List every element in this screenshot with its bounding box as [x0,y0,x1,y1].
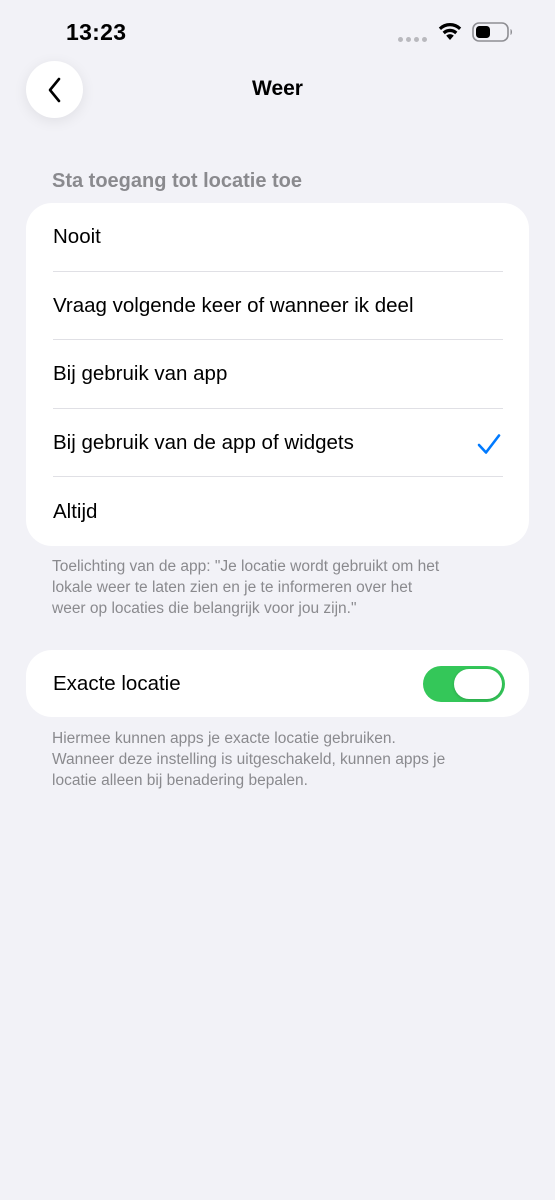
exact-location-row: Exacte locatie [26,650,529,717]
footer-line: lokale weer te laten zien en je te infor… [52,579,413,596]
section-header-location-access: Sta toegang tot locatie toe [52,170,303,192]
wifi-icon [438,22,462,40]
footer-line: Toelichting van de app: "Je locatie word… [52,558,440,575]
option-label: Vraag volgende keer of wanneer ik deel [53,293,414,317]
exact-location-label: Exacte locatie [53,671,181,695]
screen: 13:23 Weer Sta toegang tot locatie toe N… [0,0,555,1200]
page-title: Weer [252,77,303,100]
option-while-using-app[interactable]: Bij gebruik van app [26,340,529,409]
option-never[interactable]: Nooit [26,203,529,272]
checkmark-icon [477,433,501,454]
option-label: Bij gebruik van app [53,362,228,386]
location-access-footer: Toelichting van de app: "Je locatie word… [52,556,512,619]
footer-line: Hiermee kunnen apps je exacte locatie ge… [52,730,396,747]
option-label: Altijd [53,499,98,523]
exact-location-footer: Hiermee kunnen apps je exacte locatie ge… [52,728,512,791]
option-label: Bij gebruik van de app of widgets [53,431,354,455]
option-while-using-app-or-widgets[interactable]: Bij gebruik van de app of widgets [26,409,529,478]
status-bar: 13:23 [0,0,555,62]
footer-line: locatie alleen bij benadering bepalen. [52,772,308,789]
signal-dots-icon [398,37,428,43]
exact-location-group: Exacte locatie [26,650,529,717]
option-ask-next-time[interactable]: Vraag volgende keer of wanneer ik deel [26,272,529,341]
toggle-knob [454,669,502,699]
footer-line: weer op locaties die belangrijk voor jou… [52,600,357,617]
option-always[interactable]: Altijd [26,477,529,546]
option-label: Nooit [53,225,101,249]
exact-location-toggle[interactable] [423,666,505,702]
footer-line: Wanneer deze instelling is uitgeschakeld… [52,751,446,768]
status-time: 13:23 [66,19,127,45]
location-access-options: Nooit Vraag volgende keer of wanneer ik … [26,203,529,546]
battery-icon [472,22,512,42]
